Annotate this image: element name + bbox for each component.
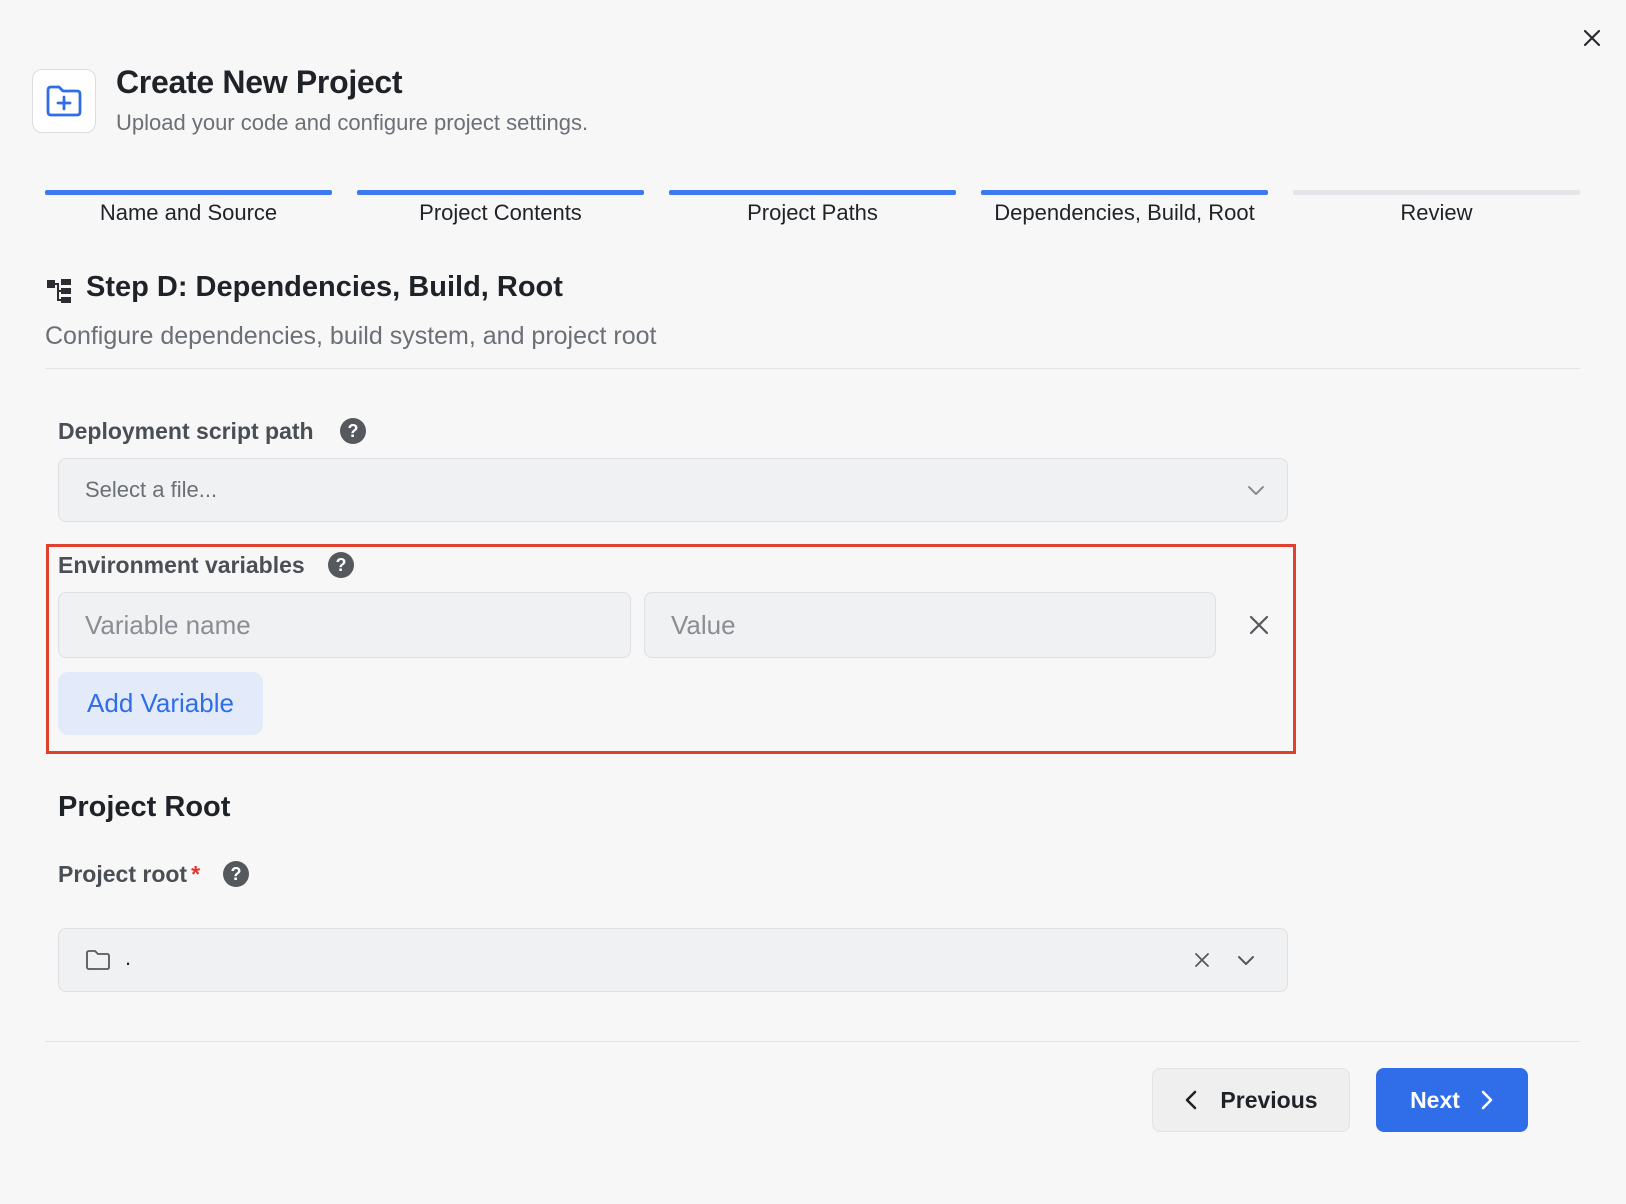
- help-icon[interactable]: ?: [223, 861, 249, 887]
- close-icon: [1195, 953, 1209, 967]
- close-icon: [1249, 615, 1269, 635]
- next-button[interactable]: Next: [1376, 1068, 1528, 1132]
- step-progress-bar: [1293, 190, 1580, 195]
- create-project-dialog: Create New Project Upload your code and …: [0, 0, 1626, 1204]
- environment-variables-label: Environment variables: [58, 552, 305, 578]
- step-dependencies-build-root[interactable]: Dependencies, Build, Root: [981, 190, 1268, 230]
- step-label: Project Contents: [419, 200, 582, 225]
- step-project-contents[interactable]: Project Contents: [357, 190, 644, 230]
- previous-button-label: Previous: [1220, 1086, 1318, 1113]
- step-review[interactable]: Review: [1293, 190, 1580, 230]
- next-button-label: Next: [1410, 1086, 1460, 1113]
- previous-button[interactable]: Previous: [1152, 1068, 1350, 1132]
- step-label: Project Paths: [747, 200, 878, 225]
- remove-variable-button[interactable]: [1244, 610, 1274, 640]
- chevron-right-icon: [1481, 1090, 1493, 1110]
- variable-name-input[interactable]: [58, 592, 631, 658]
- close-button[interactable]: [1576, 22, 1608, 54]
- clear-selection-button[interactable]: [1191, 949, 1213, 971]
- step-progress-bar: [669, 190, 956, 195]
- footer-divider: [45, 1041, 1580, 1042]
- section-divider: [45, 368, 1580, 369]
- project-root-value: .: [125, 945, 132, 970]
- folder-plus-icon: [46, 85, 82, 117]
- deployment-script-label: Deployment script path: [58, 418, 314, 444]
- help-icon[interactable]: ?: [340, 418, 366, 444]
- step-label: Review: [1400, 200, 1473, 225]
- step-subtitle: Configure dependencies, build system, an…: [45, 322, 657, 350]
- step-project-paths[interactable]: Project Paths: [669, 190, 956, 230]
- folder-icon: [86, 950, 110, 970]
- stepper: Name and Source Project Contents Project…: [45, 190, 1580, 230]
- deployment-script-select[interactable]: Select a file...: [58, 458, 1288, 522]
- add-variable-button[interactable]: Add Variable: [58, 672, 263, 735]
- step-name-and-source[interactable]: Name and Source: [45, 190, 332, 230]
- variable-value-input[interactable]: [644, 592, 1216, 658]
- step-progress-bar: [45, 190, 332, 195]
- chevron-left-icon: [1186, 1090, 1197, 1110]
- project-root-heading: Project Root: [58, 791, 231, 823]
- project-root-label-text: Project root: [58, 861, 188, 887]
- step-label: Dependencies, Build, Root: [994, 200, 1255, 225]
- step-label: Name and Source: [99, 200, 278, 225]
- project-root-select[interactable]: .: [58, 928, 1288, 992]
- hierarchy-icon: [47, 279, 71, 303]
- dialog-subtitle: Upload your code and configure project s…: [116, 110, 589, 135]
- dialog-title: Create New Project: [116, 64, 403, 100]
- header-icon-container: [32, 69, 96, 133]
- step-progress-bar: [357, 190, 644, 195]
- chevron-down-icon: [1248, 486, 1264, 495]
- chevron-down-icon: [1238, 956, 1254, 965]
- close-icon: [1583, 29, 1601, 47]
- step-progress-bar: [981, 190, 1268, 195]
- required-indicator: *: [191, 861, 201, 887]
- help-icon[interactable]: ?: [328, 552, 354, 578]
- project-root-label: Project root *: [58, 861, 200, 888]
- select-placeholder: Select a file...: [85, 477, 218, 502]
- step-title: Step D: Dependencies, Build, Root: [86, 271, 563, 303]
